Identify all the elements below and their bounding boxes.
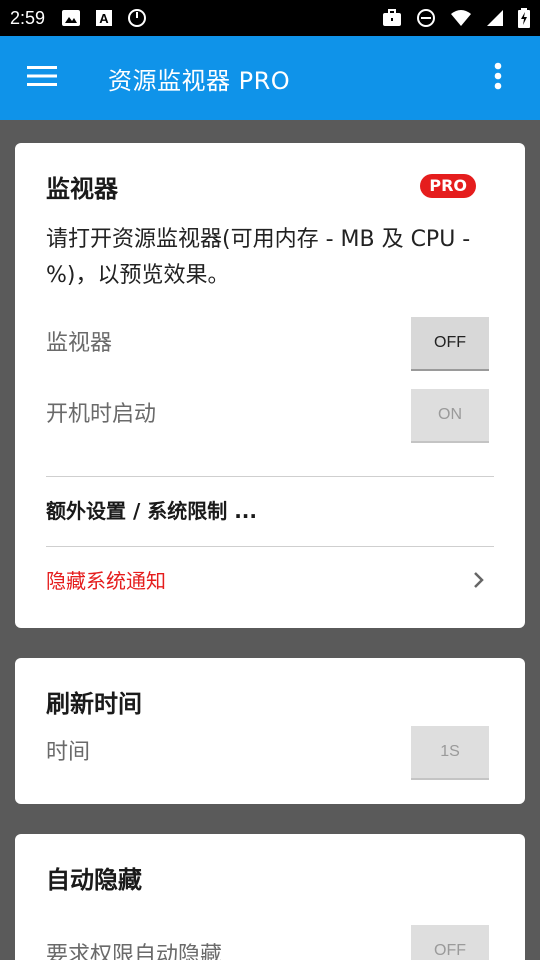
font-icon: A (95, 9, 113, 27)
hamburger-menu-icon (27, 65, 57, 91)
extra-settings-link[interactable]: 额外设置 / 系统限制 ... (46, 495, 257, 524)
start-on-boot-label: 开机时启动 (46, 402, 157, 427)
battery-charging-icon (518, 8, 530, 28)
divider (46, 546, 494, 547)
refresh-time-label: 时间 (46, 740, 91, 765)
refresh-card-title: 刷新时间 (46, 690, 142, 718)
app-bar: 资源监视器 PRO (0, 36, 540, 120)
monitor-row-label: 监视器 (46, 331, 113, 356)
wifi-icon (450, 9, 472, 27)
start-on-boot-toggle[interactable]: ON (411, 389, 489, 441)
signal-icon (486, 9, 504, 27)
refresh-time-card: 刷新时间 时间 1S (15, 658, 525, 804)
briefcase-icon (382, 9, 402, 27)
refresh-interval-button[interactable]: 1S (411, 726, 489, 778)
divider (46, 476, 494, 477)
auto-hide-toggle[interactable]: OFF (411, 925, 489, 960)
pro-badge: PRO (420, 174, 476, 198)
monitor-card-title: 监视器 (46, 175, 118, 203)
monitor-card: 监视器 PRO 请打开资源监视器(可用内存 - MB 及 CPU - %)，以预… (15, 143, 525, 628)
monitor-toggle-button[interactable]: OFF (411, 317, 489, 369)
monitor-description: 请打开资源监视器(可用内存 - MB 及 CPU - %)，以预览效果。 (46, 227, 471, 288)
more-options-button[interactable] (456, 36, 540, 120)
dnd-icon (416, 8, 436, 28)
status-bar: 2:59 A (0, 0, 540, 36)
auto-hide-permission-label: 要求权限自动隐藏 (46, 943, 223, 960)
chevron-right-icon (473, 571, 485, 593)
svg-text:A: A (99, 11, 109, 26)
image-icon (61, 9, 81, 27)
auto-hide-card: 自动隐藏 要求权限自动隐藏 OFF (15, 834, 525, 960)
more-vert-icon (494, 62, 502, 94)
hamburger-menu-button[interactable] (0, 36, 84, 120)
status-time: 2:59 (10, 7, 46, 28)
auto-hide-card-title: 自动隐藏 (46, 866, 142, 894)
app-title: 资源监视器 PRO (108, 66, 291, 95)
power-icon (127, 8, 147, 28)
hide-system-notification-link[interactable]: 隐藏系统通知 (46, 565, 166, 594)
